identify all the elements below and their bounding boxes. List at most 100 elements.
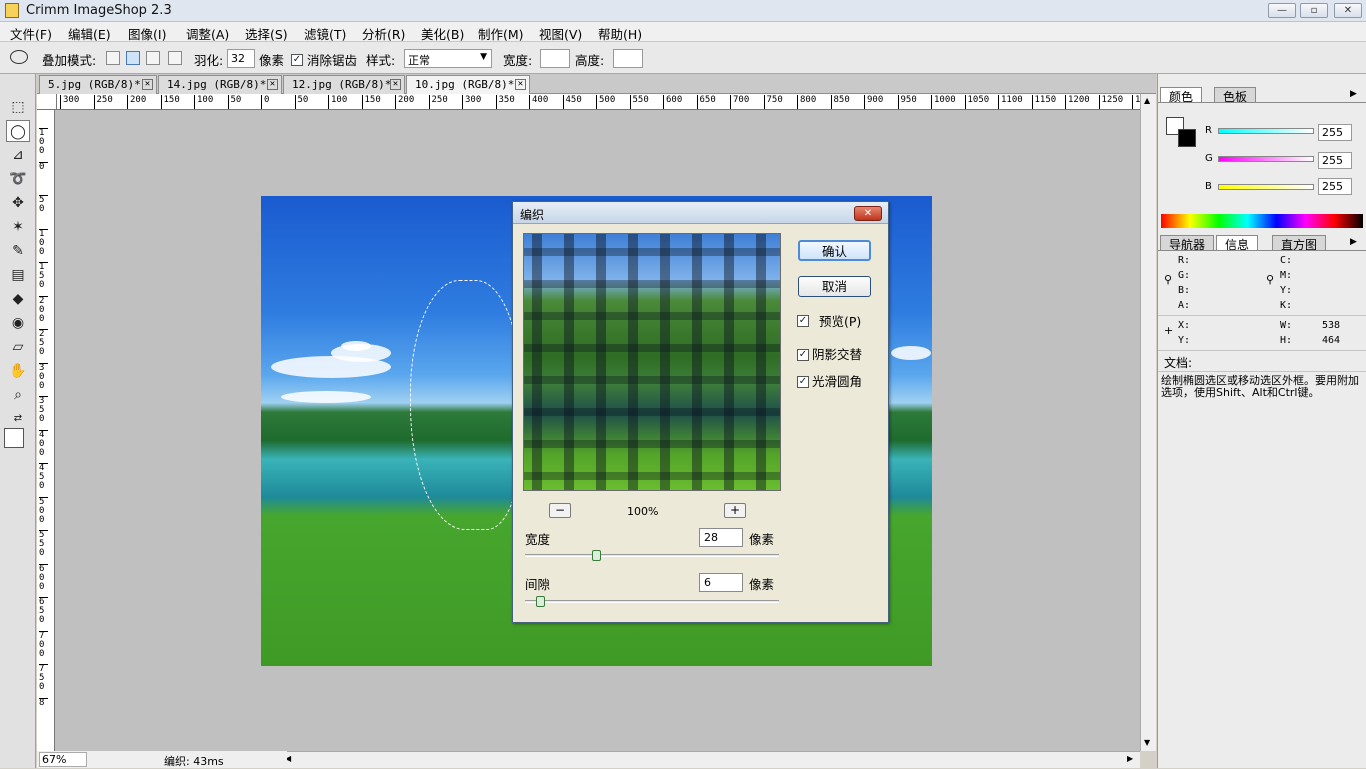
eraser-icon[interactable]: ▱ <box>6 336 30 358</box>
tab-14-jpg[interactable]: 14.jpg (RGB/8)* ✕ <box>158 75 282 94</box>
tab-12-jpg[interactable]: 12.jpg (RGB/8)* ✕ <box>283 75 405 94</box>
move-icon[interactable]: ✥ <box>6 192 30 214</box>
menu-edit[interactable]: 编辑(E) <box>68 24 111 43</box>
menu-adjust[interactable]: 调整(A) <box>186 24 229 43</box>
ruler-tick: 750 <box>763 95 783 109</box>
ruler-tick: 300 <box>60 95 79 109</box>
r-value[interactable]: 255 <box>1318 124 1352 141</box>
dialog-title-bar[interactable]: 编织 ✕ <box>513 202 888 224</box>
gap-slider-track[interactable] <box>525 600 779 603</box>
zoom-field[interactable]: 67% <box>39 752 87 767</box>
width-input[interactable] <box>540 49 570 68</box>
hand-icon[interactable]: ✋ <box>6 360 30 382</box>
width-slider-thumb[interactable] <box>592 550 602 561</box>
red-eye-icon[interactable]: ◉ <box>6 312 30 334</box>
paint-bucket-icon[interactable]: ◆ <box>6 288 30 310</box>
swap-colors-icon[interactable]: ⇄ <box>6 408 30 430</box>
ok-button[interactable]: 确认 <box>798 240 871 261</box>
zoom-in-button[interactable]: + <box>724 503 746 518</box>
tab-navigator[interactable]: 导航器 <box>1160 235 1215 252</box>
scroll-up-icon[interactable]: ▲ <box>1144 96 1150 105</box>
menu-beautify[interactable]: 美化(B) <box>421 24 464 43</box>
tab-histogram[interactable]: 直方图 <box>1272 235 1327 252</box>
gap-input[interactable]: 6 <box>699 573 743 592</box>
close-tab-icon[interactable]: ✕ <box>390 79 401 90</box>
antialias-checkbox[interactable]: ✓ <box>291 51 303 66</box>
tab-5-jpg[interactable]: 5.jpg (RGB/8)* ✕ <box>39 75 157 94</box>
preview-checkbox[interactable]: ✓ <box>797 311 809 327</box>
subtract-selection-button[interactable] <box>146 51 160 65</box>
close-tab-icon[interactable]: ✕ <box>267 79 278 90</box>
background-color[interactable] <box>1178 129 1196 147</box>
height-input[interactable] <box>613 49 643 68</box>
polygon-lasso-icon[interactable]: ⊿ <box>6 144 30 166</box>
ruler-tick: 200 <box>39 295 48 324</box>
tab-10-jpg[interactable]: 10.jpg (RGB/8)* ✕ <box>406 75 530 94</box>
weave-strand <box>524 408 780 416</box>
menu-analyze[interactable]: 分析(R) <box>362 24 405 43</box>
ellipse-selection-marquee[interactable] <box>410 280 520 530</box>
zoom-out-button[interactable]: − <box>549 503 571 518</box>
shadow-checkbox[interactable]: ✓ <box>797 345 809 361</box>
ruler-tick: 850 <box>830 95 850 109</box>
ellipse-marquee-tool-icon[interactable]: ◯ <box>6 120 30 142</box>
menu-view[interactable]: 视图(V) <box>539 24 582 43</box>
gap-slider-thumb[interactable] <box>536 596 546 607</box>
r-label: R <box>1205 125 1212 136</box>
b-slider[interactable] <box>1218 184 1314 190</box>
menu-file[interactable]: 文件(F) <box>10 24 52 43</box>
width-input[interactable]: 28 <box>699 528 743 547</box>
tab-info[interactable]: 信息 <box>1216 235 1259 252</box>
menu-make[interactable]: 制作(M) <box>478 24 524 43</box>
smooth-checkbox[interactable]: ✓ <box>797 372 809 388</box>
info-divider <box>1158 315 1366 316</box>
ruler-tick: 400 <box>529 95 548 109</box>
g-value[interactable]: 255 <box>1318 152 1352 169</box>
r-slider[interactable] <box>1218 128 1314 134</box>
foreground-color-swatch[interactable] <box>4 428 24 448</box>
gradient-icon[interactable]: ▤ <box>6 264 30 286</box>
eyedropper-icon[interactable]: ✎ <box>6 240 30 262</box>
info-m: M: <box>1280 270 1293 281</box>
ruler-tick: 600 <box>39 563 48 592</box>
g-slider[interactable] <box>1218 156 1314 162</box>
menu-image[interactable]: 图像(I) <box>128 24 166 43</box>
width-slider-track[interactable] <box>525 554 779 557</box>
panel-menu-icon[interactable]: ▶ <box>1350 237 1357 247</box>
weave-strand <box>660 234 670 490</box>
close-window-button[interactable]: ✕ <box>1334 3 1362 18</box>
maximize-button[interactable]: ▫ <box>1300 3 1328 18</box>
b-value[interactable]: 255 <box>1318 178 1352 195</box>
dialog-close-icon[interactable]: ✕ <box>854 206 882 221</box>
scroll-right-icon[interactable]: ▶ <box>1127 754 1133 763</box>
add-selection-button[interactable] <box>126 51 140 65</box>
weave-strand <box>524 312 780 320</box>
magic-wand-icon[interactable]: ✶ <box>6 216 30 238</box>
tab-color[interactable]: 颜色 <box>1160 87 1203 104</box>
info-g: G: <box>1178 270 1191 281</box>
status-message: 编织: 43ms <box>164 755 224 768</box>
zoom-icon[interactable]: ⌕ <box>6 384 30 406</box>
new-selection-button[interactable] <box>106 51 120 65</box>
close-tab-icon[interactable]: ✕ <box>142 79 153 90</box>
style-select[interactable]: 正常 ▼ <box>404 49 492 68</box>
feather-input[interactable]: 32 <box>227 49 255 68</box>
menu-help[interactable]: 帮助(H) <box>598 24 642 43</box>
cancel-button[interactable]: 取消 <box>798 276 871 297</box>
color-spectrum[interactable] <box>1161 214 1363 228</box>
lasso-icon[interactable]: ➰ <box>6 168 30 190</box>
tab-swatches[interactable]: 色板 <box>1214 87 1257 104</box>
panel-menu-icon[interactable]: ▶ <box>1350 89 1357 99</box>
menu-filter[interactable]: 滤镜(T) <box>304 24 346 43</box>
ruler-tick: 300 <box>462 95 481 109</box>
ruler-tick: 250 <box>39 329 48 357</box>
filter-preview[interactable] <box>523 233 781 491</box>
rect-marquee-icon[interactable]: ⬚ <box>6 96 30 118</box>
close-tab-icon[interactable]: ✕ <box>515 79 526 90</box>
minimize-button[interactable]: — <box>1268 3 1296 18</box>
menu-select[interactable]: 选择(S) <box>245 24 288 43</box>
scroll-down-icon[interactable]: ▼ <box>1144 738 1150 747</box>
ruler-tick: 1000 <box>931 95 956 109</box>
vertical-scrollbar[interactable]: ▲ ▼ <box>1140 94 1156 751</box>
intersect-selection-button[interactable] <box>168 51 182 65</box>
